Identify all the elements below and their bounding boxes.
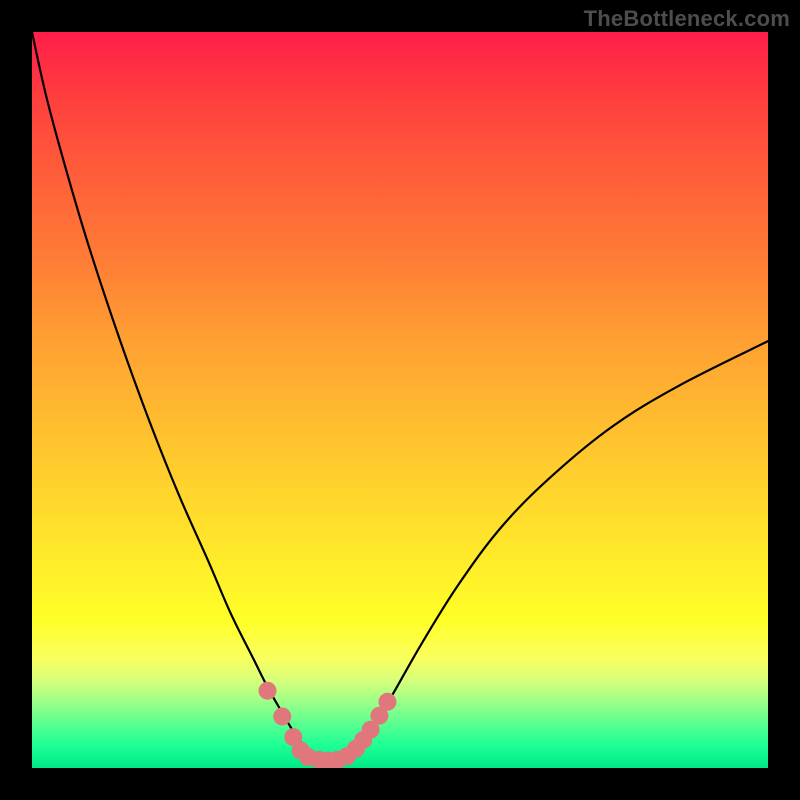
chart-plot-area [32,32,768,768]
chart-frame: TheBottleneck.com [0,0,800,800]
curve-marker [259,682,277,700]
curve-marker [273,707,291,725]
curve-marker [378,693,396,711]
marker-group [259,682,397,768]
bottleneck-curve [32,32,768,762]
chart-svg [32,32,768,768]
watermark-text: TheBottleneck.com [584,6,790,32]
